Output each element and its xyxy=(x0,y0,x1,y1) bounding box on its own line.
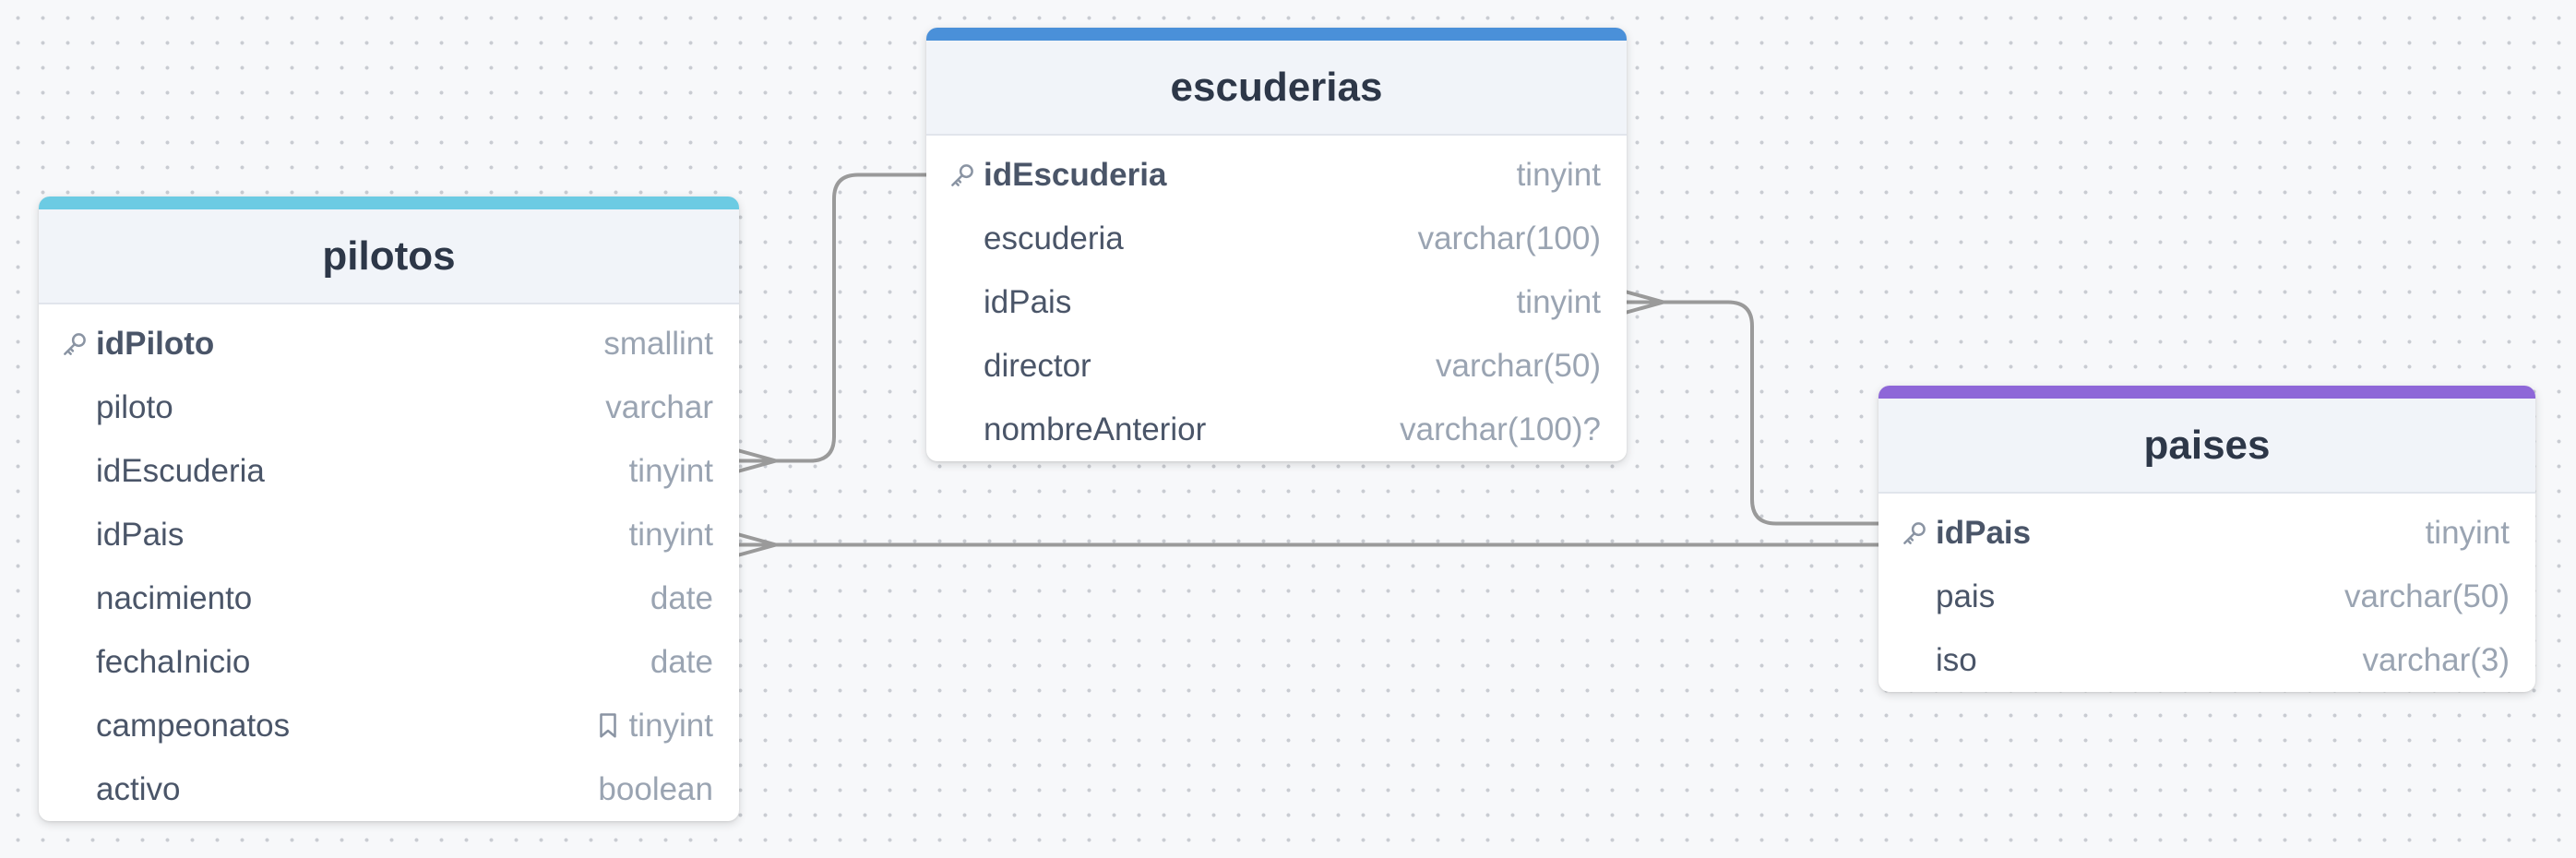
bookmark-icon[interactable] xyxy=(596,712,620,740)
field-type: tinyint xyxy=(2426,515,2510,552)
field-name: nacimiento xyxy=(96,579,253,616)
field-row-idpais[interactable]: idPais tinyint xyxy=(926,270,1627,334)
field-name: pais xyxy=(1936,578,1996,614)
field-type-label: tinyint xyxy=(1516,156,1601,193)
field-row-idescuderia[interactable]: idEscuderia tinyint xyxy=(39,439,739,503)
field-type: tinyint xyxy=(629,517,713,554)
field-row-pais[interactable]: pais varchar(50) xyxy=(1878,565,2535,628)
table-fields: idPiloto smallint piloto varchar idEscuderia… xyxy=(39,304,739,821)
field-type: tinyint xyxy=(1517,157,1601,194)
field-type: varchar(100) xyxy=(1418,220,1601,257)
field-type-label: varchar(3) xyxy=(2362,641,2510,678)
field-name: idPiloto xyxy=(96,325,215,362)
field-name: idEscuderia xyxy=(96,452,265,489)
field-type: varchar(50) xyxy=(2344,578,2510,615)
field-type: tinyint xyxy=(1517,284,1601,321)
field-row-idpais[interactable]: idPais tinyint xyxy=(39,503,739,566)
field-name: director xyxy=(984,347,1091,384)
field-type-label: boolean xyxy=(598,770,713,807)
field-name: nombreAnterior xyxy=(984,411,1207,447)
field-type: boolean xyxy=(598,771,713,808)
field-type-label: tinyint xyxy=(1516,283,1601,320)
table-title: paises xyxy=(2143,422,2271,468)
table-title: escuderias xyxy=(1170,64,1383,110)
field-type-label: date xyxy=(650,643,713,680)
field-row-idpiloto[interactable]: idPiloto smallint xyxy=(39,312,739,375)
table-pilotos[interactable]: pilotos idPiloto smallint piloto varchar idEs… xyxy=(39,197,739,821)
field-row-escuderia[interactable]: escuderia varchar(100) xyxy=(926,207,1627,270)
field-name: campeonatos xyxy=(96,707,291,744)
key-icon xyxy=(1901,519,1928,547)
field-row-nacimiento[interactable]: nacimiento date xyxy=(39,566,739,630)
table-title: pilotos xyxy=(322,232,456,279)
field-name: fechaInicio xyxy=(96,643,251,680)
field-type-label: date xyxy=(650,579,713,616)
field-type-label: tinyint xyxy=(628,452,713,489)
table-header[interactable]: escuderias xyxy=(926,41,1627,136)
field-type-label: varchar(50) xyxy=(2344,578,2510,614)
field-type: varchar(100)? xyxy=(1400,411,1601,448)
field-name: iso xyxy=(1936,641,1977,678)
key-icon xyxy=(61,330,89,358)
field-row-iso[interactable]: iso varchar(3) xyxy=(1878,628,2535,692)
key-icon xyxy=(948,161,976,189)
field-row-idpais[interactable]: idPais tinyint xyxy=(1878,501,2535,565)
table-paises[interactable]: paises idPais tinyint pais varchar(50) iso var… xyxy=(1878,386,2535,692)
field-type-label: varchar(100)? xyxy=(1400,411,1601,447)
field-type-label: varchar xyxy=(605,388,713,425)
field-type: tinyint xyxy=(596,708,713,745)
field-row-campeonatos[interactable]: campeonatos tinyint xyxy=(39,694,739,757)
relationship-escuderias-idpais-paises-crows-foot xyxy=(1625,290,1665,315)
table-color-bar xyxy=(926,28,1627,41)
field-row-activo[interactable]: activo boolean xyxy=(39,757,739,821)
field-name: piloto xyxy=(96,388,173,425)
field-name: idPais xyxy=(96,516,185,553)
field-name: escuderia xyxy=(984,220,1124,256)
field-type-label: tinyint xyxy=(628,516,713,553)
field-type: varchar(50) xyxy=(1436,348,1601,385)
field-type-label: smallint xyxy=(603,325,713,362)
field-name: idEscuderia xyxy=(984,156,1167,193)
table-escuderias[interactable]: escuderias idEscuderia tinyint escuderia var… xyxy=(926,28,1627,461)
table-header[interactable]: paises xyxy=(1878,399,2535,494)
field-type: smallint xyxy=(603,326,713,363)
table-fields: idPais tinyint pais varchar(50) iso varchar(3… xyxy=(1878,494,2535,692)
field-row-fechainicio[interactable]: fechaInicio date xyxy=(39,630,739,694)
diagram-canvas[interactable]: escuderias idEscuderia tinyint escuderia var… xyxy=(0,0,2576,858)
field-name: activo xyxy=(96,770,181,807)
table-color-bar xyxy=(39,197,739,209)
field-row-director[interactable]: director varchar(50) xyxy=(926,334,1627,398)
field-row-idescuderia[interactable]: idEscuderia tinyint xyxy=(926,143,1627,207)
field-row-nombreanterior[interactable]: nombreAnterior varchar(100)? xyxy=(926,398,1627,461)
field-row-piloto[interactable]: piloto varchar xyxy=(39,375,739,439)
field-type-label: tinyint xyxy=(2425,514,2510,551)
field-type-label: tinyint xyxy=(628,707,713,744)
field-type: date xyxy=(650,580,713,617)
field-type: date xyxy=(650,644,713,681)
field-type: tinyint xyxy=(629,453,713,490)
field-type-label: varchar(100) xyxy=(1417,220,1601,256)
field-name: idPais xyxy=(984,283,1072,320)
table-fields: idEscuderia tinyint escuderia varchar(100) i… xyxy=(926,136,1627,461)
relationship-pilotos-idescuderia-escuderias-crows-foot xyxy=(737,448,778,473)
field-type: varchar xyxy=(605,389,713,426)
field-type: varchar(3) xyxy=(2363,642,2510,679)
field-type-label: varchar(50) xyxy=(1436,347,1601,384)
relationship-pilotos-idpais-paises-crows-foot xyxy=(737,532,778,557)
table-color-bar xyxy=(1878,386,2535,399)
field-name: idPais xyxy=(1936,514,2032,551)
table-header[interactable]: pilotos xyxy=(39,209,739,304)
relationship-pilotos-idescuderia-escuderias xyxy=(737,173,928,463)
relationship-escuderias-idpais-paises xyxy=(1625,300,1880,526)
